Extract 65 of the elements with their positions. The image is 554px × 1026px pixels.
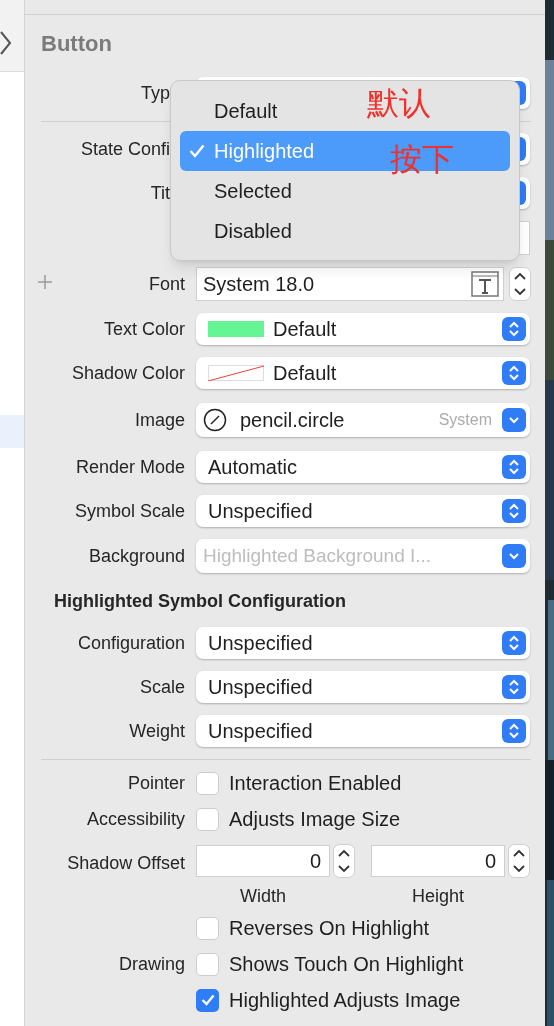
chevron-right-icon[interactable] (0, 30, 12, 56)
selected-row (0, 415, 24, 448)
checkmark-icon (200, 994, 215, 1006)
popup-button[interactable]: Unspecified (196, 671, 530, 703)
field-label: Pointer (127, 771, 185, 795)
font-picker-icon[interactable] (471, 271, 499, 297)
field-label: Typ (141, 81, 170, 105)
checkbox-label: Reverses On Highlight (229, 916, 430, 941)
field-caption: Width (240, 885, 286, 908)
field-label: Weight (129, 719, 185, 743)
chevron-down-icon (508, 416, 520, 424)
font-field[interactable]: System 18.0 (196, 267, 504, 301)
checkbox-label: Interaction Enabled (229, 771, 402, 796)
field-label: Render Mode (75, 455, 185, 479)
menu-item[interactable]: Disabled (180, 211, 510, 251)
chevrons-icon (508, 459, 520, 475)
pencil-circle-icon (203, 408, 227, 432)
chevrons-icon (508, 723, 520, 739)
checkbox-label: Shows Touch On Highlight (229, 952, 464, 977)
field-label: Image (134, 408, 185, 432)
source-label: System (438, 410, 492, 430)
field-label: Scale (139, 675, 185, 699)
popup-button[interactable]: Automatic (196, 451, 530, 483)
popup-button[interactable]: Unspecified (196, 715, 530, 747)
field-label: Shadow Color (71, 361, 185, 385)
number-field[interactable]: 0 (371, 845, 505, 877)
stepper-icon[interactable] (333, 844, 355, 878)
stepper-icon[interactable] (508, 844, 530, 878)
field-label: Symbol Scale (74, 499, 185, 523)
chevrons-icon (508, 679, 520, 695)
chevrons-icon (508, 503, 520, 519)
field-label: Shadow Offset (67, 852, 185, 875)
section-title: Highlighted Symbol Configuration (54, 590, 346, 613)
number-field[interactable]: 0 (196, 845, 330, 877)
image-combo-box[interactable]: pencil.circle System (196, 403, 530, 437)
field-label: Accessibility (86, 807, 185, 831)
field-label: Background (88, 544, 185, 568)
checkmark-icon (189, 144, 205, 158)
checkbox-label: Highlighted Adjusts Image (229, 988, 461, 1013)
field-label: Tit (150, 181, 170, 205)
background-combo-box[interactable]: Highlighted Background I... (196, 539, 530, 573)
field-label: Text Color (103, 317, 185, 341)
field-label: Font (148, 272, 185, 296)
popup-button[interactable]: Default (196, 313, 530, 345)
annotation: 默认 (367, 84, 431, 123)
field-caption: Height (412, 885, 464, 908)
field-label: Drawing (118, 952, 185, 976)
stepper-icon[interactable] (509, 267, 531, 301)
section-title: Button (41, 29, 112, 58)
checkbox[interactable] (196, 916, 219, 940)
checkbox[interactable] (196, 807, 219, 831)
field-label: State Confi (80, 137, 170, 161)
plus-icon (38, 274, 52, 289)
chevrons-icon (508, 365, 520, 381)
field-label: Configuration (77, 631, 185, 655)
popup-button[interactable]: Default (196, 357, 530, 389)
chevrons-icon (508, 635, 520, 651)
checkbox-label: Adjusts Image Size (229, 807, 401, 832)
checkbox[interactable] (196, 988, 219, 1012)
checkbox[interactable] (196, 952, 219, 976)
popup-button[interactable]: Unspecified (196, 495, 530, 527)
popup-button[interactable]: Unspecified (196, 627, 530, 659)
chevron-down-icon (508, 552, 520, 560)
checkbox[interactable] (196, 771, 219, 795)
chevrons-icon (508, 321, 520, 337)
